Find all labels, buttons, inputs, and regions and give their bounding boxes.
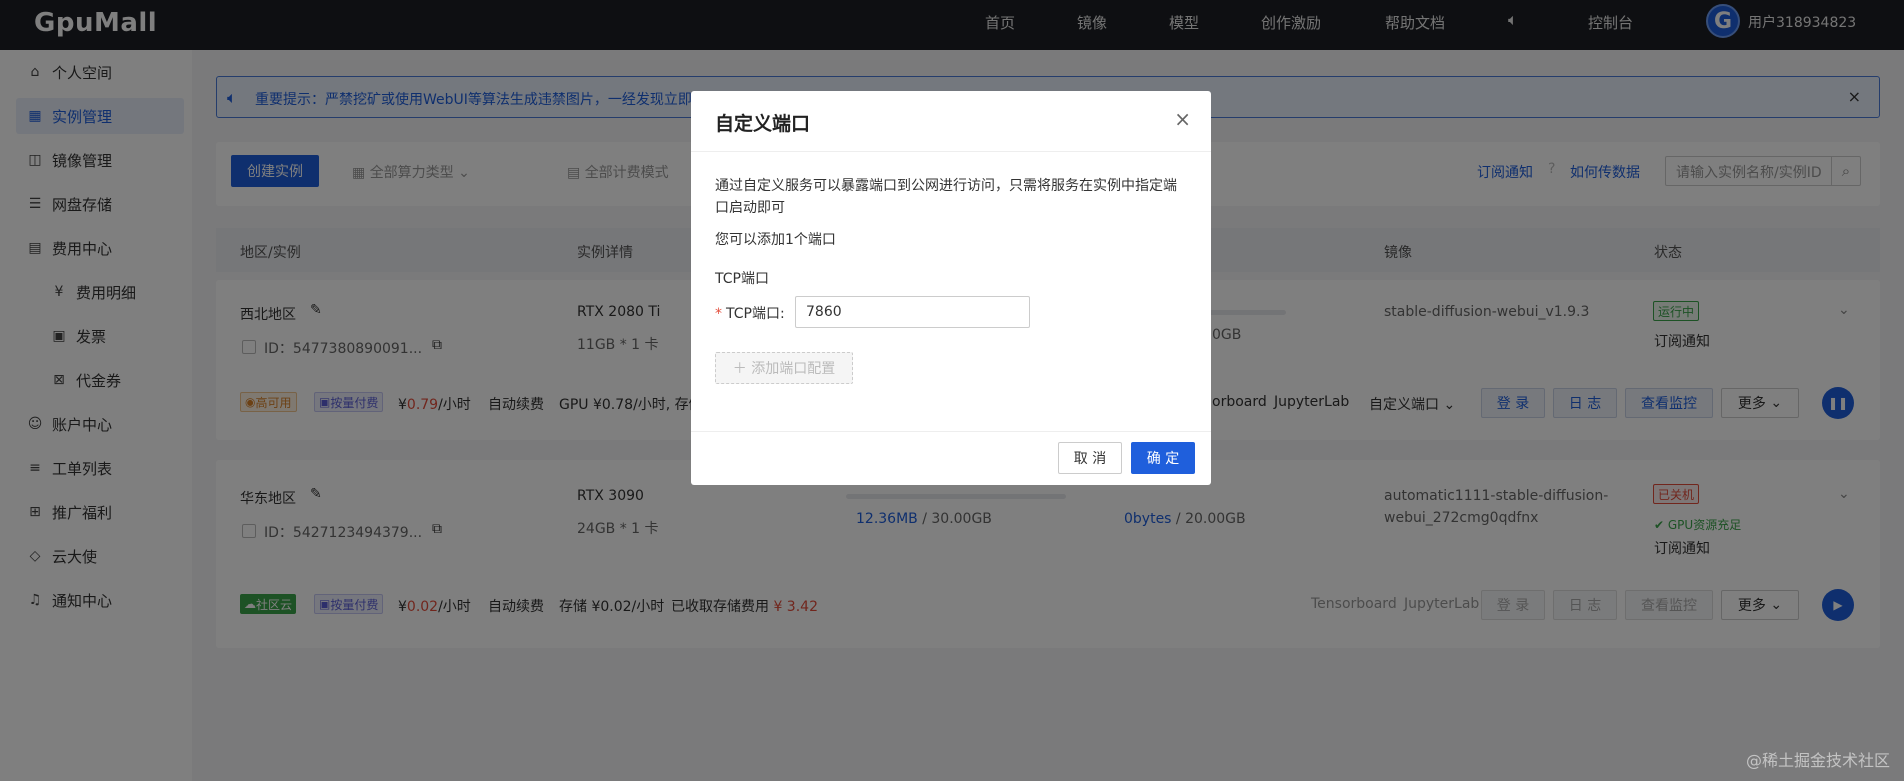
custom-port-dialog: 自定义端口 × 通过自定义服务可以暴露端口到公网进行访问，只需将服务在实例中指定… <box>691 91 1211 485</box>
add-port-label: 添加端口配置 <box>751 361 836 377</box>
required-mark: * <box>715 306 722 322</box>
dialog-description: 通过自定义服务可以暴露端口到公网进行访问，只需将服务在实例中指定端口启动即可 <box>715 178 1177 216</box>
cancel-button[interactable]: 取 消 <box>1058 442 1122 474</box>
tcp-port-label: * TCP端口: <box>715 303 785 323</box>
plus-icon: ＋ <box>732 361 747 377</box>
tcp-port-label-text: TCP端口: <box>726 306 785 322</box>
divider <box>691 431 1211 432</box>
divider <box>691 151 1211 152</box>
tcp-section-label: TCP端口 <box>715 271 769 287</box>
dialog-title: 自定义端口 <box>715 113 811 135</box>
add-port-button[interactable]: ＋ 添加端口配置 <box>715 352 853 384</box>
tcp-port-input[interactable] <box>795 296 1030 328</box>
close-icon[interactable]: × <box>1174 107 1191 131</box>
confirm-button[interactable]: 确 定 <box>1131 442 1195 474</box>
port-limit-text: 您可以添加1个端口 <box>715 232 836 248</box>
watermark: @稀土掘金技术社区 <box>1745 751 1890 770</box>
